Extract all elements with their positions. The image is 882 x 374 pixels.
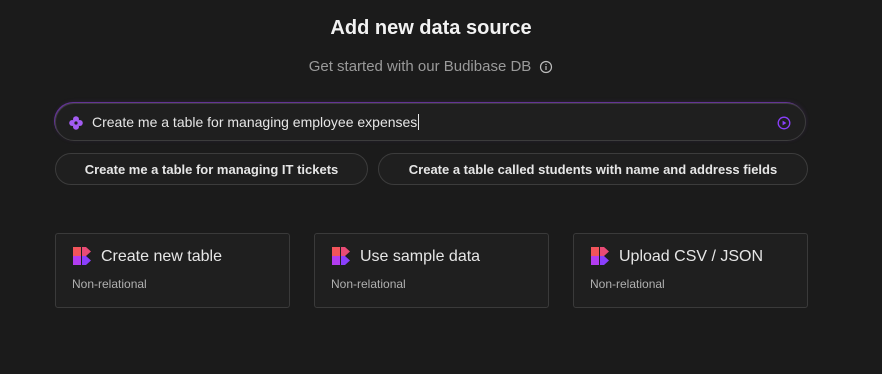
card-subtitle: Non-relational [590,277,665,291]
page-subtitle: Get started with our Budibase DB [308,58,532,75]
page-subtitle-row: Get started with our Budibase DB [0,58,862,75]
suggestion-chip-label: Create a table called students with name… [408,161,778,177]
budibase-logo-icon [591,247,609,265]
upload-csv-json-card[interactable]: Upload CSV / JSON Non-relational [573,233,808,308]
ai-prompt-value: Create me a table for managing employee … [92,114,418,130]
card-subtitle: Non-relational [331,277,406,291]
ai-prompt-box[interactable]: Create me a table for managing employee … [55,103,806,141]
card-title: Create new table [101,248,222,265]
card-title: Use sample data [360,248,481,265]
text-caret [418,114,420,130]
budibase-logo-icon [332,247,350,265]
create-new-table-card[interactable]: Create new table Non-relational [55,233,290,308]
page-title: Add new data source [330,17,532,39]
suggestion-chip-students[interactable]: Create a table called students with name… [378,153,808,185]
suggestion-chip-it-tickets[interactable]: Create me a table for managing IT ticket… [55,153,368,185]
info-icon[interactable] [539,60,553,74]
card-title: Upload CSV / JSON [619,248,764,265]
suggestion-chip-label: Create me a table for managing IT ticket… [84,161,339,177]
use-sample-data-card[interactable]: Use sample data Non-relational [314,233,549,308]
ai-sparkle-icon [69,116,83,130]
ai-prompt-input[interactable]: Create me a table for managing employee … [92,104,772,140]
send-icon[interactable] [777,116,791,130]
budibase-logo-icon [73,247,91,265]
card-subtitle: Non-relational [72,277,147,291]
